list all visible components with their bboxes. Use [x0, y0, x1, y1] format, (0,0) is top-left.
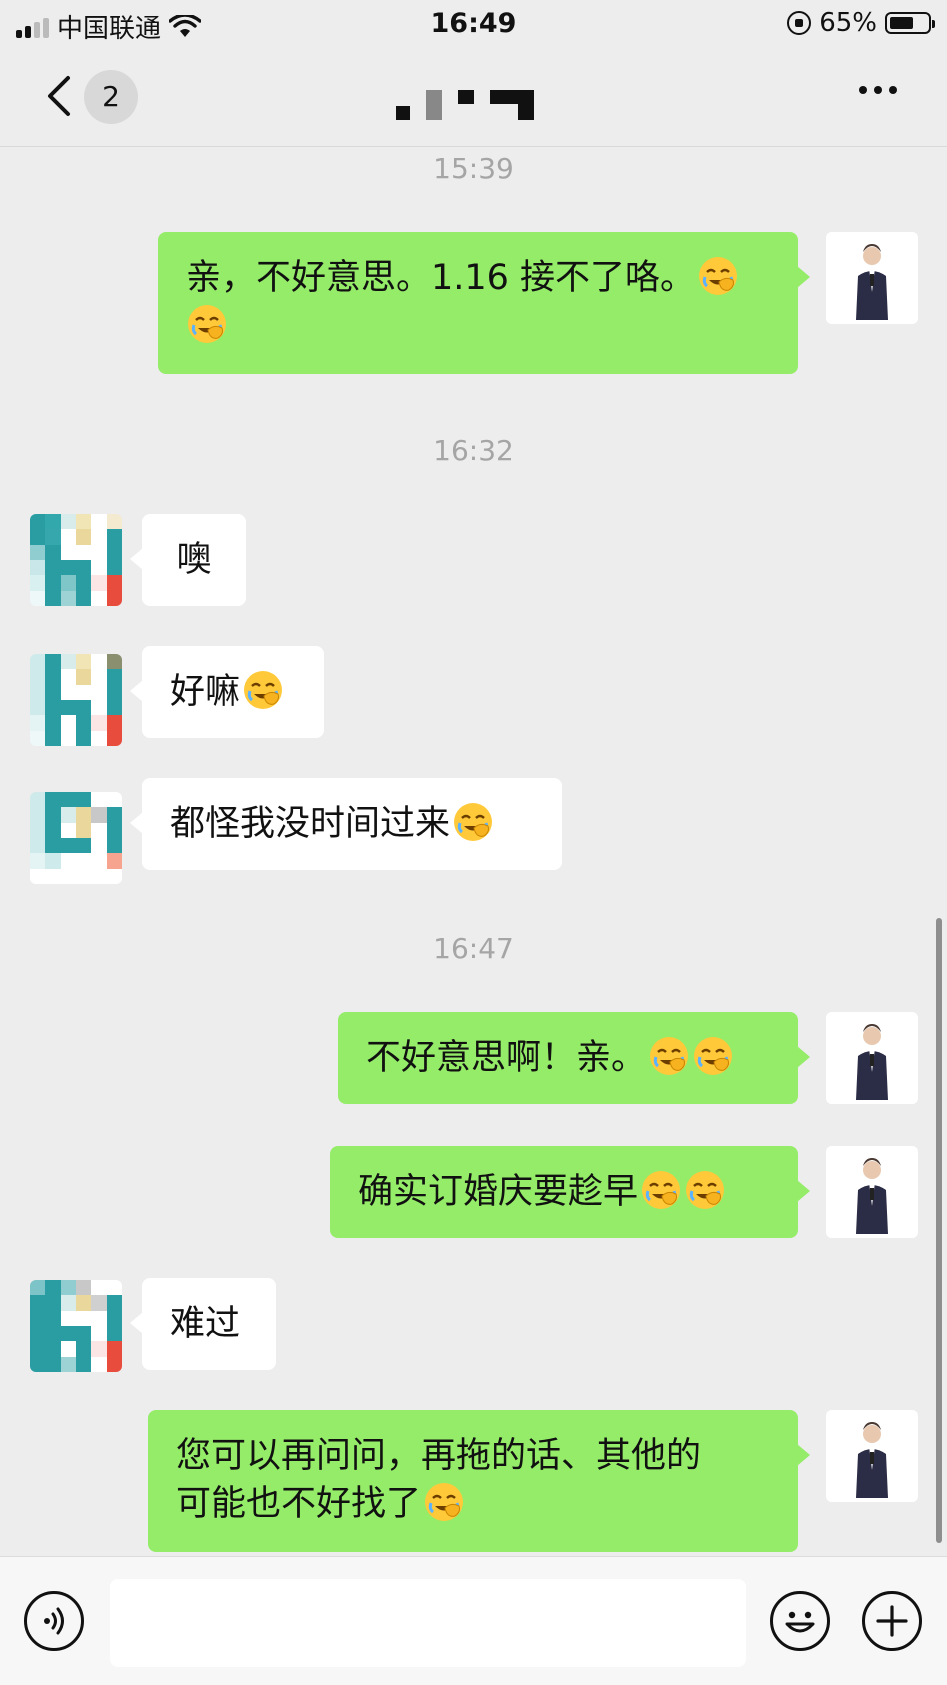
- chevron-left-icon[interactable]: [40, 72, 80, 120]
- face-palm-laughing-emoji: [648, 1035, 690, 1077]
- face-palm-laughing-emoji: [423, 1481, 465, 1523]
- message-text: 您可以再问问，再拖的话、其他的: [176, 1436, 702, 1476]
- face-palm-laughing-emoji: [697, 255, 739, 297]
- battery-icon: [885, 12, 935, 34]
- message-bubble-sent[interactable]: 不好意思啊！亲。: [338, 1012, 810, 1104]
- face-palm-laughing-emoji: [640, 1169, 682, 1211]
- avatar-contact[interactable]: [30, 792, 122, 884]
- message-bubble-sent[interactable]: 您可以再问问，再拖的话、其他的 可能也不好找了: [148, 1410, 810, 1552]
- timestamp: 16:47: [433, 932, 514, 965]
- scrollbar[interactable]: [936, 918, 942, 1543]
- message-bubble-received[interactable]: 好嘛: [130, 646, 324, 738]
- avatar-self[interactable]: [826, 1146, 918, 1238]
- contact-name-redacted: [396, 90, 536, 120]
- battery-percent: 65%: [819, 8, 877, 38]
- message-text: 噢: [176, 540, 212, 580]
- message-text: 好嘛: [170, 672, 241, 712]
- message-text: 不好意思啊！亲。: [366, 1038, 647, 1078]
- face-palm-laughing-emoji: [692, 1035, 734, 1077]
- face-palm-laughing-emoji: [242, 669, 284, 711]
- message-text: 难过: [170, 1304, 241, 1344]
- avatar-contact[interactable]: [30, 654, 122, 746]
- face-palm-laughing-emoji: [684, 1169, 726, 1211]
- message-text: 亲，不好意思。1.16 接不了咯。: [186, 258, 696, 298]
- avatar-self[interactable]: [826, 1410, 918, 1502]
- status-bar: 中国联通 16:49 65%: [0, 0, 947, 50]
- status-right: 65%: [787, 8, 935, 38]
- emoji-icon[interactable]: [770, 1591, 830, 1651]
- message-bubble-received[interactable]: 噢: [130, 514, 246, 606]
- message-input[interactable]: [110, 1579, 746, 1667]
- orientation-lock-icon: [787, 11, 812, 35]
- avatar-self[interactable]: [826, 232, 918, 324]
- input-bar: [0, 1556, 947, 1685]
- voice-icon[interactable]: [24, 1591, 84, 1651]
- plus-icon[interactable]: [862, 1591, 922, 1651]
- face-palm-laughing-emoji: [186, 303, 228, 345]
- more-dots-icon[interactable]: [859, 86, 897, 94]
- message-text: 都怪我没时间过来: [170, 804, 451, 844]
- avatar-self[interactable]: [826, 1012, 918, 1104]
- avatar-contact[interactable]: [30, 1280, 122, 1372]
- face-palm-laughing-emoji: [452, 801, 494, 843]
- message-bubble-received[interactable]: 难过: [130, 1278, 276, 1370]
- timestamp: 16:32: [433, 434, 514, 467]
- message-text: 可能也不好找了: [176, 1484, 422, 1524]
- timestamp: 15:39: [433, 152, 514, 185]
- avatar-contact[interactable]: [30, 514, 122, 606]
- message-bubble-sent[interactable]: 确实订婚庆要趁早: [330, 1146, 810, 1238]
- message-bubble-received[interactable]: 都怪我没时间过来: [130, 778, 562, 870]
- unread-count-badge[interactable]: 2: [84, 70, 138, 124]
- message-text: 确实订婚庆要趁早: [358, 1172, 639, 1212]
- message-bubble-sent[interactable]: 亲，不好意思。1.16 接不了咯。: [158, 232, 810, 374]
